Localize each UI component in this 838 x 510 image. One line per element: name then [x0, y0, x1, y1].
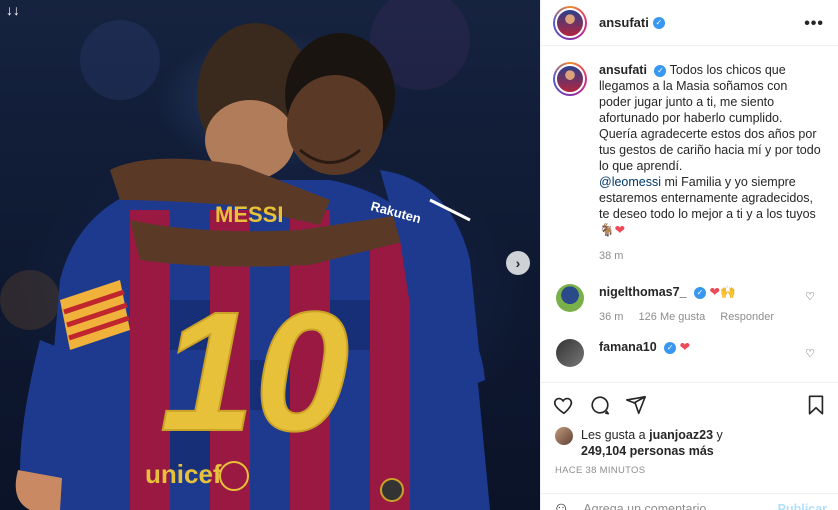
action-bar: [541, 383, 838, 427]
carousel-arrows-icon: ↓ ↓: [6, 2, 20, 18]
like-comment-heart-icon[interactable]: ♡: [805, 347, 815, 360]
post-sidebar: ansufati ✓ ••• ansufati ✓ Todos los chic…: [540, 0, 838, 510]
jersey-name: MESSI: [215, 202, 283, 227]
verified-badge-icon: ✓: [694, 286, 707, 299]
liker-avatar[interactable]: [555, 427, 573, 445]
bookmark-icon[interactable]: [805, 394, 827, 416]
more-options-icon[interactable]: •••: [804, 15, 824, 33]
comment-avatar[interactable]: [556, 284, 584, 312]
emoji-icon[interactable]: ☺: [553, 500, 569, 510]
comment-time: 36 m: [599, 311, 624, 323]
comment-username[interactable]: nigelthomas7_: [599, 285, 687, 299]
post-timestamp: HACE 38 MINUTOS: [555, 465, 646, 476]
likes-prefix: Les gusta a: [581, 428, 650, 442]
share-icon[interactable]: [625, 394, 647, 416]
comment-row: famana10 ✓ ❤ ♡: [553, 339, 827, 367]
post-actions-section: Les gusta a juanjoaz23 y 249,104 persona…: [541, 382, 838, 476]
verified-badge-icon: ✓: [652, 16, 665, 29]
post-header: ansufati ✓ •••: [541, 0, 838, 46]
post-comment-button[interactable]: Publicar: [778, 502, 827, 510]
comment-text: ❤🙌: [709, 285, 736, 299]
reply-button[interactable]: Responder: [720, 311, 774, 323]
mention-link[interactable]: @leomessi: [599, 175, 661, 189]
club-crest: [380, 478, 404, 502]
comment-composer: ☺ Agrega un comentario... Publicar: [541, 493, 838, 510]
heart-icon[interactable]: [553, 394, 575, 416]
likes-suffix: y: [713, 428, 723, 442]
comment-row: nigelthomas7_ ✓ ❤🙌 36 m 126 Me gusta Res…: [553, 284, 827, 325]
comment-body: famana10 ✓ ❤: [599, 339, 690, 367]
chevron-right-icon: ›: [515, 255, 521, 271]
jersey-number: 10: [160, 277, 349, 467]
comments-list: ansufati ✓ Todos los chicos que llegamos…: [541, 62, 838, 380]
comment-body: nigelthomas7_ ✓ ❤🙌 36 m 126 Me gusta Res…: [599, 284, 786, 325]
caption: ansufati ✓ Todos los chicos que llegamos…: [553, 62, 827, 264]
author-username[interactable]: ansufati: [599, 15, 649, 30]
caption-emojis: 🐐❤: [599, 223, 626, 237]
verified-badge-icon: ✓: [654, 64, 667, 77]
unicef-logo: unicef: [145, 459, 222, 489]
comment-avatar[interactable]: [556, 339, 584, 367]
avatar[interactable]: [553, 5, 587, 40]
comment-icon[interactable]: [589, 394, 611, 416]
like-comment-heart-icon[interactable]: ♡: [805, 290, 815, 303]
likes-count[interactable]: 249,104 personas más: [581, 444, 714, 458]
caption-avatar[interactable]: [553, 62, 587, 96]
next-slide-button[interactable]: ›: [506, 251, 530, 275]
players-hug-image: MESSI 10 unicef Rakuten: [0, 0, 490, 510]
liker-username[interactable]: juanjoaz23: [649, 428, 713, 442]
caption-username[interactable]: ansufati: [599, 63, 647, 77]
likes-summary: Les gusta a juanjoaz23 y 249,104 persona…: [541, 427, 838, 459]
post-photo[interactable]: MESSI 10 unicef Rakuten ↓ ↓ ›: [0, 0, 540, 510]
caption-time: 38 m: [599, 250, 624, 262]
comment-username[interactable]: famana10: [599, 340, 657, 354]
caption-part-1: Todos los chicos que llegamos a la Masia…: [599, 63, 821, 173]
caption-text: ansufati ✓ Todos los chicos que llegamos…: [599, 62, 821, 264]
comment-input[interactable]: Agrega un comentario...: [583, 502, 716, 510]
comment-text: ❤: [679, 340, 691, 354]
comment-likes[interactable]: 126 Me gusta: [639, 311, 706, 323]
verified-badge-icon: ✓: [664, 341, 677, 354]
